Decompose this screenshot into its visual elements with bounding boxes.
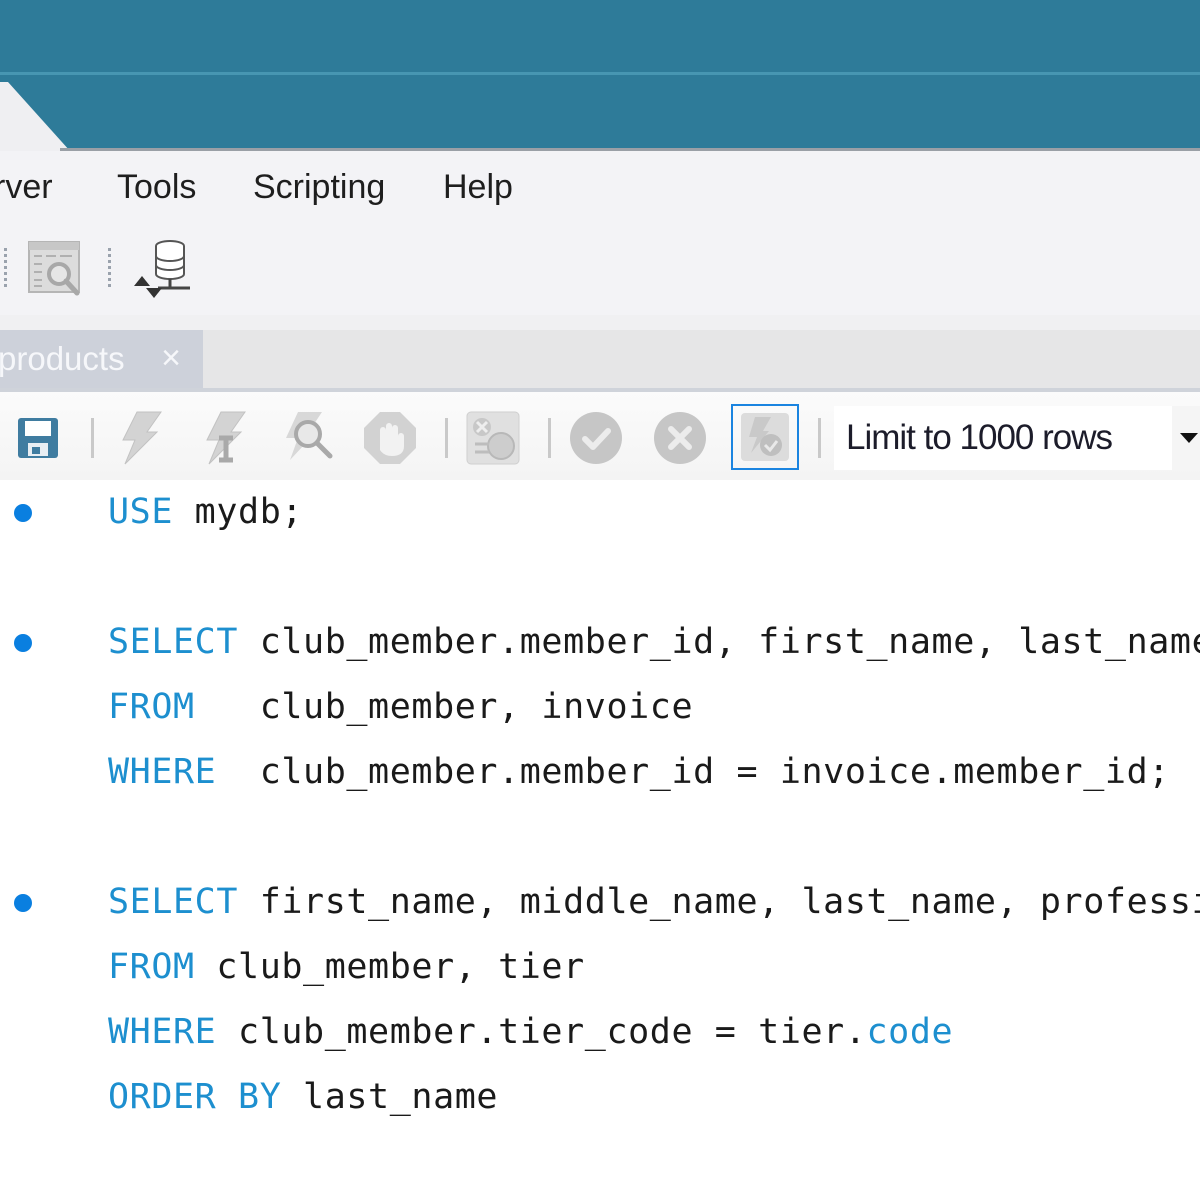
- code-line[interactable]: SELECT first_name, middle_name, last_nam…: [108, 870, 1200, 935]
- lightning-icon: [122, 411, 162, 465]
- close-tab-icon[interactable]: ×: [156, 341, 186, 375]
- x-circle-icon: [654, 412, 706, 464]
- database-migration-icon: [134, 240, 190, 298]
- sql-text: club_member, invoice: [194, 687, 694, 727]
- menu-tools[interactable]: Tools: [117, 166, 196, 208]
- toggle-continue-on-error-button[interactable]: [465, 408, 521, 468]
- floppy-disk-icon: [18, 418, 58, 458]
- sql-text: club_member.member_id = invoice.member_i…: [216, 752, 1170, 792]
- sql-keyword: SELECT: [108, 622, 239, 662]
- sql-keyword: code: [866, 1012, 954, 1052]
- toolbar-separator: [445, 418, 448, 458]
- editor-tab-label: products: [0, 340, 125, 377]
- window-title-bar: [0, 0, 1200, 74]
- connection-tab-strip: [0, 75, 1200, 151]
- sql-text: club_member, tier: [194, 947, 585, 987]
- table-inspector-icon: [28, 241, 80, 296]
- code-line[interactable]: FROM club_member, invoice: [108, 675, 693, 740]
- code-line[interactable]: WHERE club_member.member_id = invoice.me…: [108, 740, 1170, 805]
- sql-text: club_member.member_id, first_name, last_…: [238, 622, 1200, 662]
- execute-current-button[interactable]: [196, 408, 252, 468]
- magnifier-lightning-icon: [286, 412, 333, 460]
- sql-keyword: USE: [108, 492, 174, 532]
- autocommit-icon: [741, 413, 789, 461]
- chevron-down-icon: [1180, 433, 1198, 443]
- autocommit-button[interactable]: [731, 404, 799, 470]
- menu-server[interactable]: rver: [0, 166, 53, 208]
- statement-marker-icon: [14, 894, 32, 912]
- table-inspector-button[interactable]: [26, 238, 86, 298]
- limit-rows-value: Limit to 1000 rows: [846, 418, 1113, 457]
- toolbar-separator: [548, 418, 551, 458]
- code-line[interactable]: FROM club_member, tier: [108, 935, 585, 1000]
- sql-keyword: SELECT: [108, 882, 239, 922]
- toolbar-grip: [108, 248, 111, 290]
- code-line[interactable]: WHERE club_member.tier_code = tier.code: [108, 1000, 953, 1065]
- toggle-error-icon: [466, 411, 520, 465]
- check-circle-icon: [570, 412, 622, 464]
- commit-button[interactable]: [568, 408, 624, 468]
- explain-button[interactable]: [280, 408, 336, 468]
- sql-keyword: WHERE: [108, 1012, 217, 1052]
- sql-text: first_name, middle_name, last_name, prof…: [238, 882, 1200, 922]
- sql-keyword: ORDER BY: [108, 1077, 282, 1117]
- sql-keyword: FROM: [108, 947, 195, 987]
- toolbar-separator: [818, 418, 821, 458]
- code-line[interactable]: USE mydb;: [108, 480, 303, 545]
- execute-all-button[interactable]: [112, 408, 168, 468]
- statement-marker-icon: [14, 504, 32, 522]
- stop-button[interactable]: [362, 408, 418, 468]
- sql-keyword: WHERE: [108, 752, 217, 792]
- toolbar-separator: [91, 418, 94, 458]
- sql-text: club_member.tier_code = tier.: [216, 1012, 867, 1052]
- save-script-button[interactable]: [10, 408, 66, 468]
- stop-hand-icon: [364, 412, 416, 464]
- rollback-button[interactable]: [652, 408, 708, 468]
- toolbar-grip: [4, 248, 7, 290]
- sql-text: last_name: [281, 1077, 499, 1117]
- statement-marker-icon: [14, 634, 32, 652]
- menu-scripting[interactable]: Scripting: [253, 166, 385, 208]
- database-migration-button[interactable]: [128, 236, 194, 302]
- menu-help[interactable]: Help: [443, 166, 513, 208]
- lightning-cursor-icon: [206, 411, 246, 465]
- code-line[interactable]: SELECT club_member.member_id, first_name…: [108, 610, 1200, 675]
- sql-text: mydb;: [173, 492, 304, 532]
- sql-keyword: FROM: [108, 687, 195, 727]
- code-line[interactable]: ORDER BY last_name: [108, 1065, 498, 1130]
